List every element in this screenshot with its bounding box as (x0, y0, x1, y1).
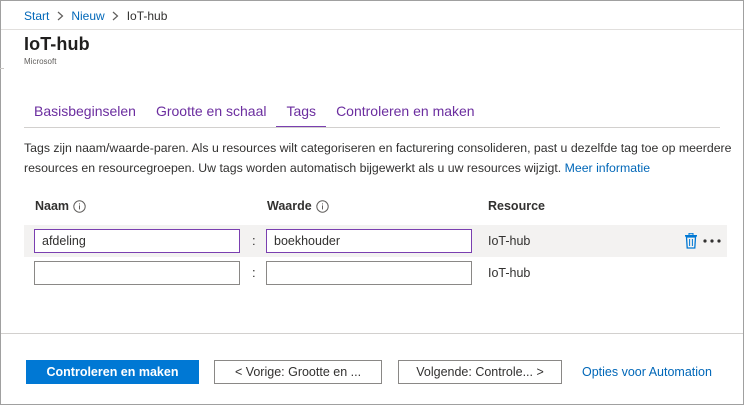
resource-cell: IoT-hub (488, 234, 531, 248)
page-title: IoT-hub (24, 34, 90, 54)
review-create-button[interactable]: Controleren en maken (26, 360, 199, 384)
chevron-right-icon (105, 11, 127, 21)
more-icon[interactable] (702, 233, 722, 249)
column-header-name-label: Naam (35, 199, 70, 213)
info-icon[interactable] (316, 199, 329, 213)
column-header-resource: Resource (488, 199, 545, 213)
tab-controleren-en-maken[interactable]: Controleren en maken (326, 98, 485, 128)
next-button[interactable]: Volgende: Controle... > (398, 360, 562, 384)
tag-value-input[interactable] (266, 229, 472, 253)
column-header-name: Naam (35, 199, 86, 213)
learn-more-link[interactable]: Meer informatie (565, 161, 650, 175)
separator-colon: : (252, 233, 256, 248)
breadcrumb-current: IoT-hub (126, 9, 168, 23)
tag-name-input[interactable] (34, 261, 240, 285)
window-frame (0, 0, 744, 405)
resource-cell: IoT-hub (488, 266, 531, 280)
trash-icon[interactable] (684, 232, 698, 249)
tab-tags[interactable]: Tags (276, 98, 326, 128)
automation-options-link[interactable]: Opties voor Automation (582, 365, 712, 379)
tag-value-input[interactable] (266, 261, 472, 285)
tags-description: Tags zijn naam/waarde-paren. Als u resou… (24, 139, 736, 178)
breadcrumb-nieuw[interactable]: Nieuw (71, 9, 104, 23)
previous-button[interactable]: < Vorige: Grootte en ... (214, 360, 382, 384)
tab-bar: Basisbeginselen Grootte en schaal Tags C… (24, 98, 485, 128)
tag-name-input[interactable] (34, 229, 240, 253)
breadcrumb-start[interactable]: Start (24, 9, 49, 23)
edge-marker (0, 68, 4, 69)
publisher-label: Microsoft (24, 57, 57, 66)
chevron-right-icon (49, 11, 71, 21)
tab-divider (24, 127, 720, 128)
info-icon[interactable] (73, 199, 86, 213)
footer-divider (1, 333, 743, 334)
header-divider (1, 29, 743, 30)
breadcrumb: Start Nieuw IoT-hub (24, 8, 167, 24)
separator-colon: : (252, 265, 256, 280)
column-header-value-label: Waarde (267, 199, 312, 213)
column-header-value: Waarde (267, 199, 329, 213)
tab-grootte-en-schaal[interactable]: Grootte en schaal (146, 98, 277, 128)
tab-basisbeginselen[interactable]: Basisbeginselen (24, 98, 146, 128)
